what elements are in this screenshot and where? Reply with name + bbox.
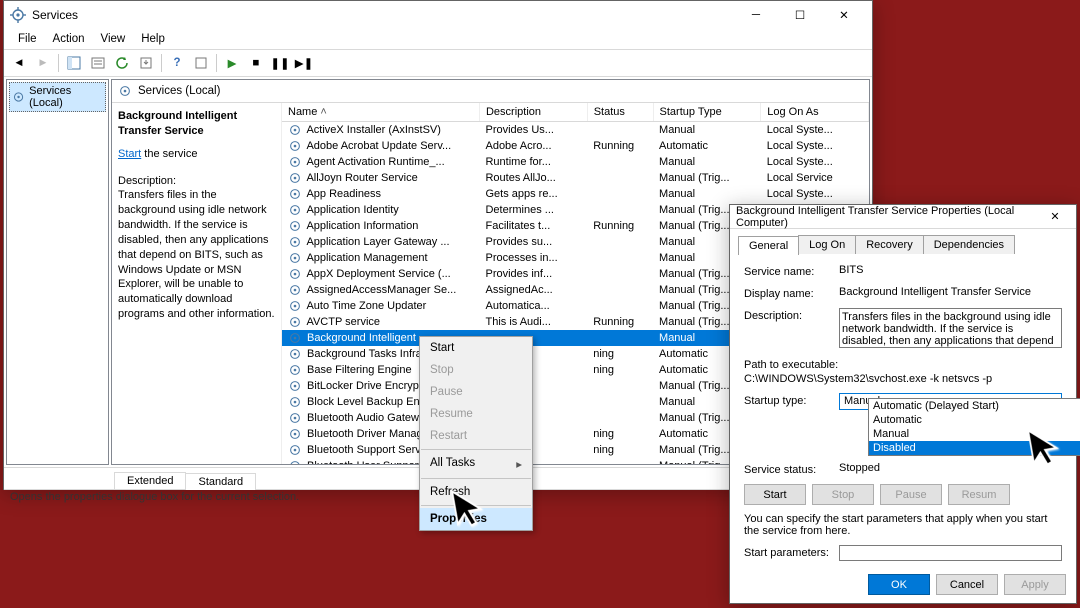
help-button2[interactable] <box>190 52 212 74</box>
menu-item-restart: Restart <box>420 425 532 447</box>
label-startup-type: Startup type: <box>744 393 839 407</box>
option-automatic-delayed-start-[interactable]: Automatic (Delayed Start) <box>869 399 1080 413</box>
tab-logon[interactable]: Log On <box>798 235 856 254</box>
tree-item-services-local[interactable]: Services (Local) <box>9 82 106 112</box>
start-params-input[interactable] <box>839 545 1062 561</box>
menu-file[interactable]: File <box>10 31 45 47</box>
col-name[interactable]: Name <box>282 103 479 122</box>
stop-button[interactable]: ■ <box>245 52 267 74</box>
restart-button[interactable]: ▶❚ <box>293 52 315 74</box>
value-service-name: BITS <box>839 264 1062 276</box>
start-link[interactable]: Start <box>118 148 141 160</box>
cursor-icon <box>1023 421 1070 471</box>
tab-extended[interactable]: Extended <box>114 472 186 489</box>
menu-help[interactable]: Help <box>133 31 173 47</box>
ok-button[interactable]: OK <box>868 574 930 595</box>
back-button[interactable]: ◄ <box>8 52 30 74</box>
tab-general[interactable]: General <box>738 236 799 255</box>
forward-button[interactable]: ► <box>32 52 54 74</box>
desc-text: Transfers files in the background using … <box>118 188 275 322</box>
apply-button[interactable]: Apply <box>1004 574 1066 595</box>
table-row[interactable]: Adobe Acrobat Update Serv...Adobe Acro..… <box>282 138 869 154</box>
start-button[interactable]: ▶ <box>221 52 243 74</box>
export-button[interactable] <box>135 52 157 74</box>
menu-action[interactable]: Action <box>45 31 93 47</box>
menu-item-start[interactable]: Start <box>420 337 532 359</box>
pause-button[interactable]: ❚❚ <box>269 52 291 74</box>
menu-item-pause: Pause <box>420 381 532 403</box>
pane-header: Services (Local) <box>112 80 869 103</box>
start-link-suffix: the service <box>141 148 197 160</box>
stop-button[interactable]: Stop <box>812 484 874 505</box>
label-path: Path to executable: <box>744 359 838 371</box>
detail-pane: Background Intelligent Transfer Service … <box>112 103 282 464</box>
detail-heading: Background Intelligent Transfer Service <box>118 109 275 139</box>
col-description[interactable]: Description <box>479 103 587 122</box>
cancel-button[interactable]: Cancel <box>936 574 998 595</box>
close-button[interactable]: ✕ <box>1040 206 1070 228</box>
col-status[interactable]: Status <box>587 103 653 122</box>
pause-button[interactable]: Pause <box>880 484 942 505</box>
titlebar[interactable]: Services ─ ☐ ✕ <box>4 1 872 29</box>
minimize-button[interactable]: ─ <box>734 1 778 29</box>
menu-item-resume: Resume <box>420 403 532 425</box>
value-display-name: Background Intelligent Transfer Service <box>839 286 1062 298</box>
menu-item-all-tasks[interactable]: All Tasks <box>420 452 532 476</box>
tab-recovery[interactable]: Recovery <box>855 235 923 254</box>
hint-text: You can specify the start parameters tha… <box>744 513 1062 537</box>
table-row[interactable]: App ReadinessGets apps re...ManualLocal … <box>282 186 869 202</box>
pane-header-label: Services (Local) <box>138 85 220 97</box>
gear-icon <box>118 84 132 98</box>
value-path: C:\WINDOWS\System32\svchost.exe -k netsv… <box>744 373 992 385</box>
dialog-tabs: General Log On Recovery Dependencies <box>730 229 1076 254</box>
separator <box>161 54 162 72</box>
toolbar: ◄ ► ? ▶ ■ ❚❚ ▶❚ <box>4 50 872 77</box>
table-row[interactable]: ActiveX Installer (AxInstSV)Provides Us.… <box>282 122 869 139</box>
menubar: File Action View Help <box>4 29 872 50</box>
tree-item-label: Services (Local) <box>29 85 103 109</box>
col-startup[interactable]: Startup Type <box>653 103 761 122</box>
tab-standard[interactable]: Standard <box>185 473 256 490</box>
window-title: Services <box>32 8 734 22</box>
menu-view[interactable]: View <box>93 31 134 47</box>
label-start-params: Start parameters: <box>744 545 839 559</box>
table-row[interactable]: Agent Activation Runtime_...Runtime for.… <box>282 154 869 170</box>
description-textarea[interactable]: Transfers files in the background using … <box>839 308 1062 348</box>
label-service-name: Service name: <box>744 264 839 278</box>
separator <box>58 54 59 72</box>
label-display-name: Display name: <box>744 286 839 300</box>
separator <box>216 54 217 72</box>
desc-label: Description: <box>118 174 275 189</box>
close-button[interactable]: ✕ <box>822 1 866 29</box>
help-button[interactable]: ? <box>166 52 188 74</box>
menu-item-stop: Stop <box>420 359 532 381</box>
resume-button[interactable]: Resum <box>948 484 1010 505</box>
refresh-button[interactable] <box>111 52 133 74</box>
gear-icon <box>10 7 26 23</box>
properties-dialog: Background Intelligent Transfer Service … <box>729 204 1077 604</box>
label-service-status: Service status: <box>744 462 839 476</box>
table-row[interactable]: AllJoyn Router ServiceRoutes AllJo...Man… <box>282 170 869 186</box>
tree-pane: Services (Local) <box>6 79 109 465</box>
maximize-button[interactable]: ☐ <box>778 1 822 29</box>
start-button[interactable]: Start <box>744 484 806 505</box>
col-logon[interactable]: Log On As <box>761 103 869 122</box>
dialog-title: Background Intelligent Transfer Service … <box>736 205 1040 229</box>
tab-dependencies[interactable]: Dependencies <box>923 235 1015 254</box>
properties-button[interactable] <box>87 52 109 74</box>
show-hide-tree-button[interactable] <box>63 52 85 74</box>
label-description: Description: <box>744 308 839 322</box>
cursor-icon <box>447 482 494 532</box>
gear-icon <box>12 90 25 104</box>
